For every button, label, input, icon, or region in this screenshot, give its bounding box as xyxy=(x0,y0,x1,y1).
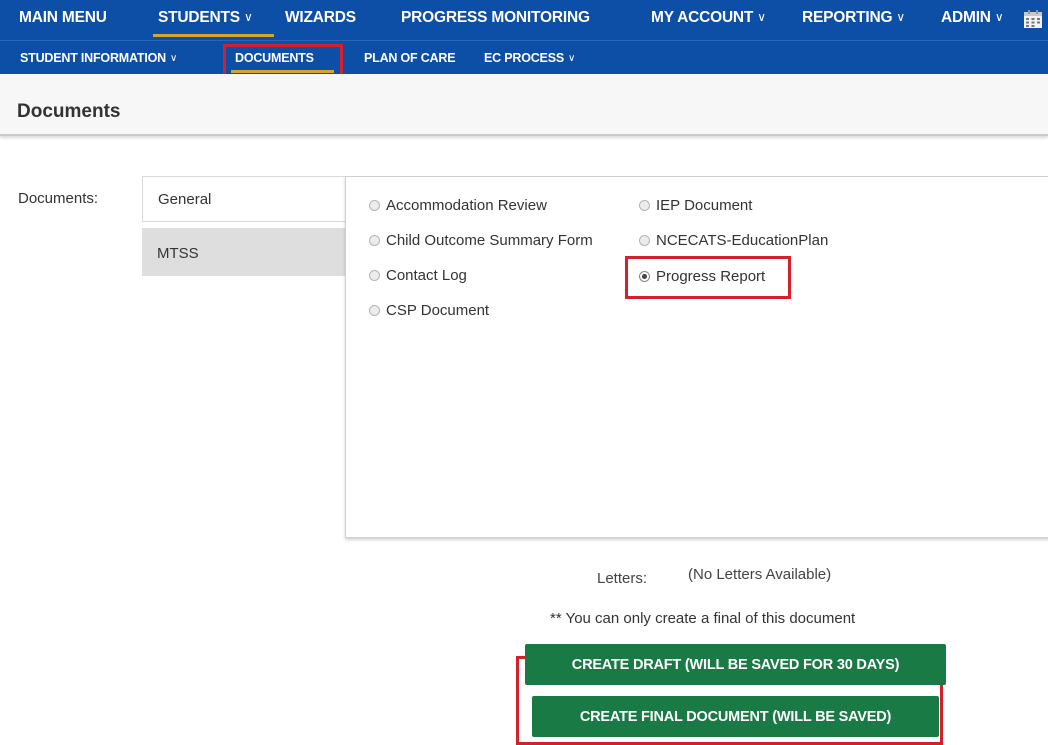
radio-ncecats-educationplan[interactable]: NCECATS-EducationPlan xyxy=(639,232,828,249)
nav-active-underline xyxy=(153,34,274,37)
radio-button[interactable] xyxy=(369,305,380,316)
nav-admin[interactable]: ADMIN ∨ xyxy=(941,9,1004,27)
subnav-ec-process[interactable]: EC PROCESS ∨ xyxy=(484,51,575,65)
nav-reporting-label: REPORTING xyxy=(802,9,893,26)
tab-general[interactable]: General xyxy=(142,176,347,222)
radio-button[interactable] xyxy=(369,270,380,281)
sub-navbar: STUDENT INFORMATION ∨ DOCUMENTS PLAN OF C… xyxy=(0,40,1048,75)
nav-wizards[interactable]: WIZARDS xyxy=(285,9,356,27)
radio-accommodation-review[interactable]: Accommodation Review xyxy=(369,197,547,214)
chevron-down-icon: ∨ xyxy=(243,10,253,24)
radio-label: Contact Log xyxy=(386,267,467,284)
chevron-down-icon: ∨ xyxy=(567,53,576,64)
radio-label: CSP Document xyxy=(386,302,490,319)
create-draft-button[interactable]: CREATE DRAFT (WILL BE SAVED FOR 30 DAYS) xyxy=(525,644,946,685)
radio-csp-document[interactable]: CSP Document xyxy=(369,302,489,319)
subnav-student-information[interactable]: STUDENT INFORMATION ∨ xyxy=(20,51,177,65)
radio-button[interactable] xyxy=(369,235,380,246)
nav-my-account-label: MY ACCOUNT xyxy=(651,9,754,26)
nav-progress-monitoring[interactable]: PROGRESS MONITORING xyxy=(401,9,590,27)
page-title: Documents xyxy=(17,101,121,122)
letters-value: (No Letters Available) xyxy=(688,566,832,583)
final-only-note: ** You can only create a final of this d… xyxy=(550,610,856,627)
create-final-button[interactable]: CREATE FINAL DOCUMENT (WILL BE SAVED) xyxy=(532,696,939,737)
radio-label: NCECATS-EducationPlan xyxy=(656,232,829,249)
subnav-student-information-label: STUDENT INFORMATION xyxy=(20,51,166,65)
radio-label: IEP Document xyxy=(656,197,753,214)
calendar-icon[interactable] xyxy=(1023,9,1043,29)
tab-general-label: General xyxy=(158,191,212,208)
subnav-plan-of-care[interactable]: PLAN OF CARE xyxy=(364,51,456,65)
radio-iep-document[interactable]: IEP Document xyxy=(639,197,752,214)
radio-label: Accommodation Review xyxy=(386,197,547,214)
chevron-down-icon: ∨ xyxy=(757,10,766,24)
radio-button[interactable] xyxy=(639,200,650,211)
nav-reporting[interactable]: REPORTING ∨ xyxy=(802,9,905,27)
subnav-ec-process-label: EC PROCESS xyxy=(484,51,564,65)
nav-students-label: STUDENTS xyxy=(158,9,240,26)
radio-button[interactable] xyxy=(639,235,650,246)
nav-students[interactable]: STUDENTS ∨ xyxy=(158,9,253,27)
documents-label: Documents: xyxy=(18,190,99,207)
letters-label: Letters: xyxy=(597,570,648,587)
radio-label: Child Outcome Summary Form xyxy=(386,232,593,249)
chevron-down-icon: ∨ xyxy=(896,10,905,24)
documents-panel xyxy=(345,176,1048,538)
nav-admin-label: ADMIN xyxy=(941,9,991,26)
chevron-down-icon: ∨ xyxy=(994,10,1004,24)
chevron-down-icon: ∨ xyxy=(169,53,178,64)
tab-mtss-label: MTSS xyxy=(157,245,199,262)
radio-child-outcome-summary-form[interactable]: Child Outcome Summary Form xyxy=(369,232,593,249)
main-navbar: MAIN MENU STUDENTS ∨ WIZARDS PROGRESS MON… xyxy=(0,0,1048,40)
nav-main-menu[interactable]: MAIN MENU xyxy=(19,9,107,27)
radio-button[interactable] xyxy=(369,200,380,211)
radio-contact-log[interactable]: Contact Log xyxy=(369,267,467,284)
highlight-box-progress-report xyxy=(625,256,791,299)
page-header: Documents xyxy=(0,74,1048,136)
tab-mtss[interactable]: MTSS xyxy=(142,228,347,276)
nav-my-account[interactable]: MY ACCOUNT ∨ xyxy=(651,9,766,27)
